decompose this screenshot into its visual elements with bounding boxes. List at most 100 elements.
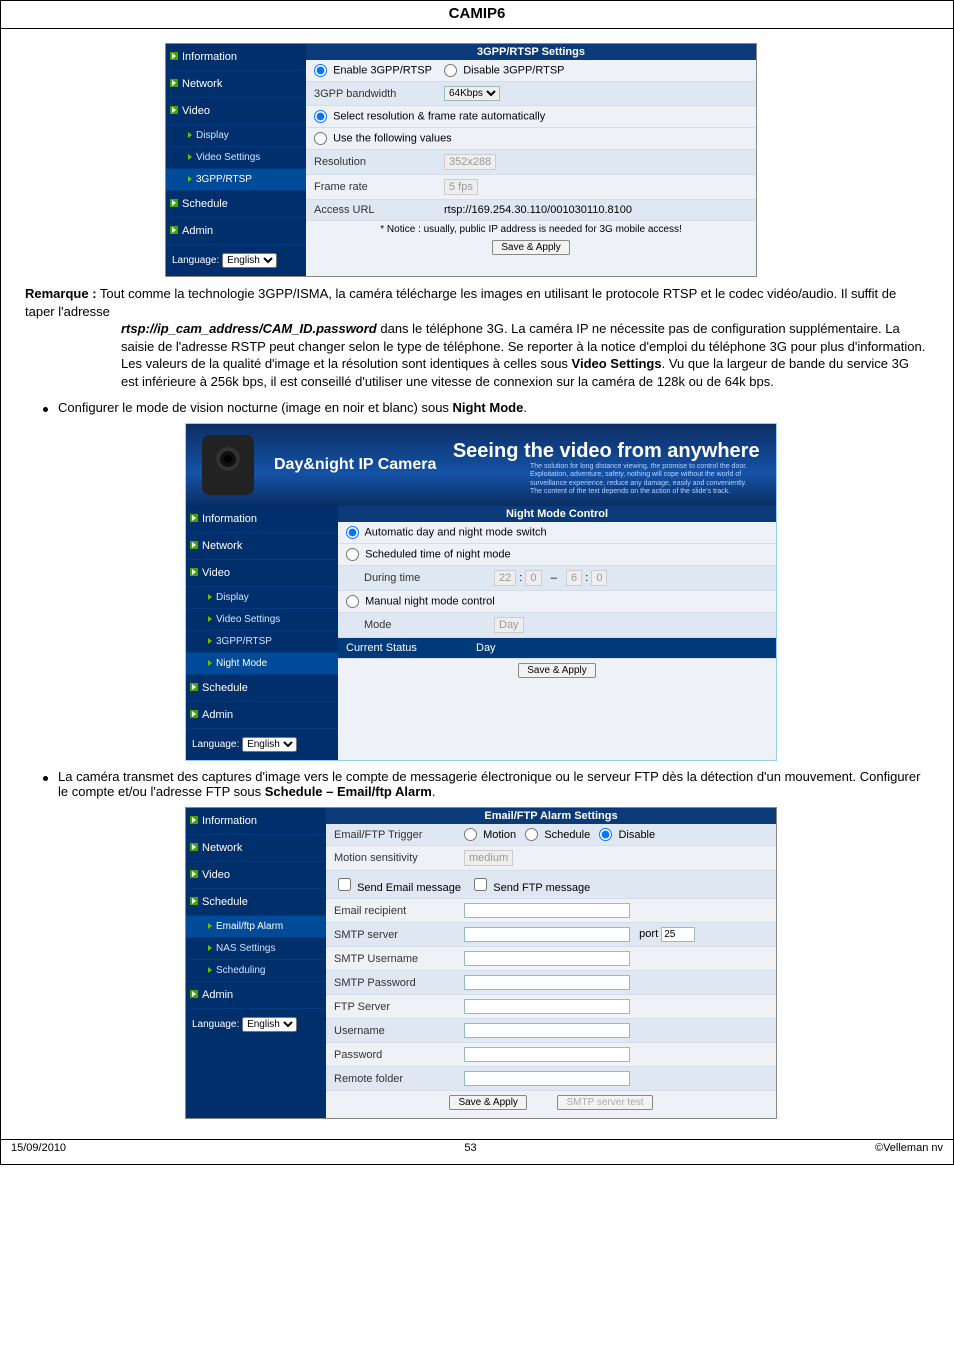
arrow-icon — [170, 199, 178, 207]
chevron-right-icon — [208, 660, 212, 666]
ftp-server-input[interactable] — [464, 999, 630, 1014]
enable-radio[interactable]: Enable 3GPP/RTSP — [314, 64, 432, 77]
recipient-input[interactable] — [464, 903, 630, 918]
sidebar-item-network[interactable]: Network — [166, 71, 306, 98]
bullet-icon — [43, 407, 48, 412]
language-select[interactable]: English — [242, 1017, 297, 1032]
manual-radio[interactable]: Manual night mode control — [346, 595, 495, 608]
bandwidth-label: 3GPP bandwidth — [314, 88, 444, 100]
sidebar-item-video-settings[interactable]: Video Settings — [186, 609, 338, 631]
sidebar-item-video[interactable]: Video — [166, 98, 306, 125]
remote-input[interactable] — [464, 1071, 630, 1086]
sidebar-item-email-ftp[interactable]: Email/ftp Alarm — [186, 916, 326, 938]
send-email-checkbox[interactable]: Send Email message — [334, 875, 461, 894]
smtp-test-button[interactable]: SMTP server test — [557, 1095, 652, 1110]
remote-label: Remote folder — [334, 1073, 464, 1085]
disable-radio[interactable]: Disable — [599, 829, 655, 841]
sidebar-item-information[interactable]: Information — [186, 506, 338, 533]
language-selector: Language: English — [186, 1009, 326, 1040]
sensitivity-select: medium — [464, 850, 513, 866]
sidebar-item-information[interactable]: Information — [166, 44, 306, 71]
sidebar-item-scheduling[interactable]: Scheduling — [186, 960, 326, 982]
smtp-pass-input[interactable] — [464, 975, 630, 990]
bullet-email-ftp: La caméra transmet des captures d'image … — [43, 769, 929, 799]
sidebar-item-admin[interactable]: Admin — [186, 702, 338, 729]
sidebar-item-admin[interactable]: Admin — [186, 982, 326, 1009]
arrow-icon — [170, 52, 178, 60]
access-url-label: Access URL — [314, 204, 444, 216]
trigger-label: Email/FTP Trigger — [334, 829, 464, 841]
sidebar-item-schedule[interactable]: Schedule — [166, 191, 306, 218]
sidebar-item-information[interactable]: Information — [186, 808, 326, 835]
hour1-select: 22 — [494, 570, 516, 586]
sidebar-item-display[interactable]: Display — [186, 587, 338, 609]
chevron-right-icon — [208, 616, 212, 622]
motion-radio[interactable]: Motion — [464, 829, 516, 841]
arrow-icon — [190, 870, 198, 878]
smtp-user-input[interactable] — [464, 951, 630, 966]
hero-fine-print: The solution for long distance viewing, … — [530, 463, 760, 497]
save-button[interactable]: Save & Apply — [518, 663, 595, 678]
during-label: During time — [346, 572, 494, 584]
sidebar-item-schedule[interactable]: Schedule — [186, 889, 326, 916]
username-input[interactable] — [464, 1023, 630, 1038]
sidebar-item-video[interactable]: Video — [186, 862, 326, 889]
mode-select: Day — [494, 617, 524, 633]
arrow-icon — [190, 816, 198, 824]
main-3gpp: 3GPP/RTSP Settings Enable 3GPP/RTSP Disa… — [306, 44, 756, 276]
disable-radio[interactable]: Disable 3GPP/RTSP — [444, 64, 564, 77]
sidebar-item-display[interactable]: Display — [166, 125, 306, 147]
smtp-server-input[interactable] — [464, 927, 630, 942]
auto-radio[interactable]: Select resolution & frame rate automatic… — [314, 110, 545, 123]
status-value: Day — [476, 642, 768, 654]
status-label: Current Status — [346, 642, 476, 654]
chevron-right-icon — [188, 176, 192, 182]
smtp-server-label: SMTP server — [334, 929, 464, 941]
sidebar-item-network[interactable]: Network — [186, 835, 326, 862]
scheduled-radio[interactable]: Scheduled time of night mode — [346, 548, 511, 561]
camera-icon — [202, 435, 254, 495]
language-select[interactable]: English — [242, 737, 297, 752]
sidebar: Information Network Video Display Video … — [166, 44, 306, 276]
sidebar-item-admin[interactable]: Admin — [166, 218, 306, 245]
save-button[interactable]: Save & Apply — [492, 240, 569, 255]
sidebar-item-nas[interactable]: NAS Settings — [186, 938, 326, 960]
framerate-label: Frame rate — [314, 181, 444, 193]
sidebar-item-schedule[interactable]: Schedule — [186, 675, 338, 702]
sidebar-item-network[interactable]: Network — [186, 533, 338, 560]
sidebar-item-3gpp[interactable]: 3GPP/RTSP — [186, 631, 338, 653]
panel-3gpp: Information Network Video Display Video … — [165, 43, 757, 277]
port-input[interactable] — [661, 927, 695, 942]
page-title: CAMIP6 — [1, 1, 953, 29]
resolution-label: Resolution — [314, 156, 444, 168]
access-url-value: rtsp://169.254.30.110/001030110.8100 — [444, 204, 748, 216]
sidebar-item-night-mode[interactable]: Night Mode — [186, 653, 338, 675]
bandwidth-select[interactable]: 64Kbps — [444, 86, 500, 101]
sidebar: Information Network Video Display Video … — [186, 506, 338, 760]
arrow-icon — [190, 541, 198, 549]
sidebar-item-3gpp[interactable]: 3GPP/RTSP — [166, 169, 306, 191]
sidebar-item-video-settings[interactable]: Video Settings — [166, 147, 306, 169]
hero-tagline: Seeing the video from anywhere — [436, 440, 776, 463]
panel-night-mode: Day&night IP Camera Seeing the video fro… — [185, 423, 777, 761]
sensitivity-label: Motion sensitivity — [334, 852, 464, 864]
chevron-right-icon — [188, 132, 192, 138]
password-input[interactable] — [464, 1047, 630, 1062]
arrow-icon — [190, 990, 198, 998]
schedule-radio[interactable]: Schedule — [525, 829, 590, 841]
language-select[interactable]: English — [222, 253, 277, 268]
auto-mode-radio[interactable]: Automatic day and night mode switch — [346, 526, 547, 539]
sidebar-item-video[interactable]: Video — [186, 560, 338, 587]
smtp-pass-label: SMTP Password — [334, 977, 464, 989]
framerate-select: 5 fps — [444, 179, 478, 195]
arrow-icon — [190, 568, 198, 576]
language-selector: Language: English — [166, 245, 306, 276]
save-button[interactable]: Save & Apply — [449, 1095, 526, 1110]
chevron-right-icon — [208, 967, 212, 973]
min2-select: 0 — [591, 570, 607, 586]
send-ftp-checkbox[interactable]: Send FTP message — [470, 875, 590, 894]
arrow-icon — [190, 710, 198, 718]
arrow-icon — [190, 683, 198, 691]
usefollow-radio[interactable]: Use the following values — [314, 132, 452, 145]
password-label: Password — [334, 1049, 464, 1061]
